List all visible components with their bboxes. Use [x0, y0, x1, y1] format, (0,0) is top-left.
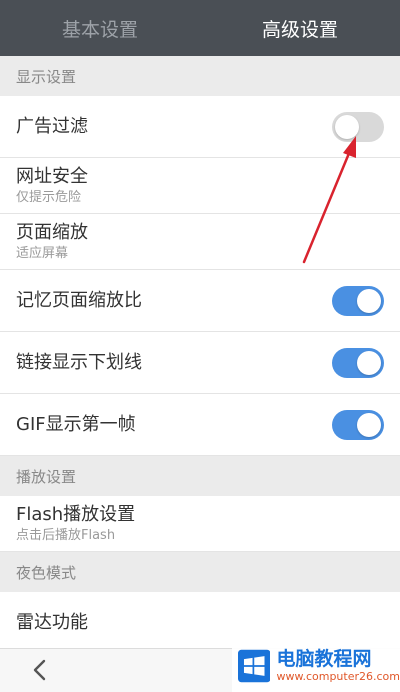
row-gif-first-frame[interactable]: GIF显示第一帧	[0, 394, 400, 456]
row-title: 网址安全	[16, 165, 88, 187]
toggle-knob	[357, 412, 381, 437]
windows-logo-icon	[238, 649, 271, 683]
row-remember-zoom[interactable]: 记忆页面缩放比	[0, 270, 400, 332]
watermark-badge: 电脑教程网 www.computer26.com	[232, 640, 400, 692]
row-subtitle: 仅提示危险	[16, 189, 82, 205]
row-ad-filter[interactable]: 广告过滤	[0, 96, 400, 158]
row-title: 页面缩放	[16, 221, 88, 243]
tab-advanced-settings[interactable]: 高级设置	[200, 0, 400, 56]
toggle-knob	[357, 350, 381, 375]
ad-filter-toggle[interactable]	[332, 111, 384, 142]
tab-bar: 基本设置 高级设置	[0, 0, 400, 56]
row-title: 雷达功能	[16, 611, 88, 633]
settings-list: 显示设置 广告过滤 网址安全 仅提示危险 页面缩放 适应屏幕 记忆页面缩放比 链…	[0, 56, 400, 648]
row-flash-settings[interactable]: Flash播放设置 点击后播放Flash	[0, 496, 400, 552]
section-header-night-mode: 夜色模式	[0, 552, 400, 592]
row-title: GIF显示第一帧	[16, 413, 136, 435]
watermark-url: www.computer26.com	[276, 670, 400, 683]
watermark-name: 电脑教程网	[276, 648, 372, 670]
row-subtitle: 适应屏幕	[16, 245, 69, 261]
section-header-display: 显示设置	[0, 56, 400, 96]
section-header-playback: 播放设置	[0, 456, 400, 496]
row-url-security[interactable]: 网址安全 仅提示危险	[0, 158, 400, 214]
row-subtitle: 点击后播放Flash	[16, 527, 116, 543]
row-title: Flash播放设置	[16, 503, 136, 525]
tab-basic-settings[interactable]: 基本设置	[0, 0, 200, 56]
remember-zoom-toggle[interactable]	[332, 285, 384, 316]
toggle-knob	[335, 114, 359, 139]
row-title: 广告过滤	[16, 115, 88, 137]
row-title: 链接显示下划线	[16, 351, 142, 373]
toggle-knob	[357, 288, 381, 313]
chevron-left-icon[interactable]	[26, 655, 54, 685]
row-link-underline[interactable]: 链接显示下划线	[0, 332, 400, 394]
gif-first-frame-toggle[interactable]	[332, 409, 384, 440]
link-underline-toggle[interactable]	[332, 347, 384, 378]
row-page-zoom[interactable]: 页面缩放 适应屏幕	[0, 214, 400, 270]
row-title: 记忆页面缩放比	[16, 289, 142, 311]
